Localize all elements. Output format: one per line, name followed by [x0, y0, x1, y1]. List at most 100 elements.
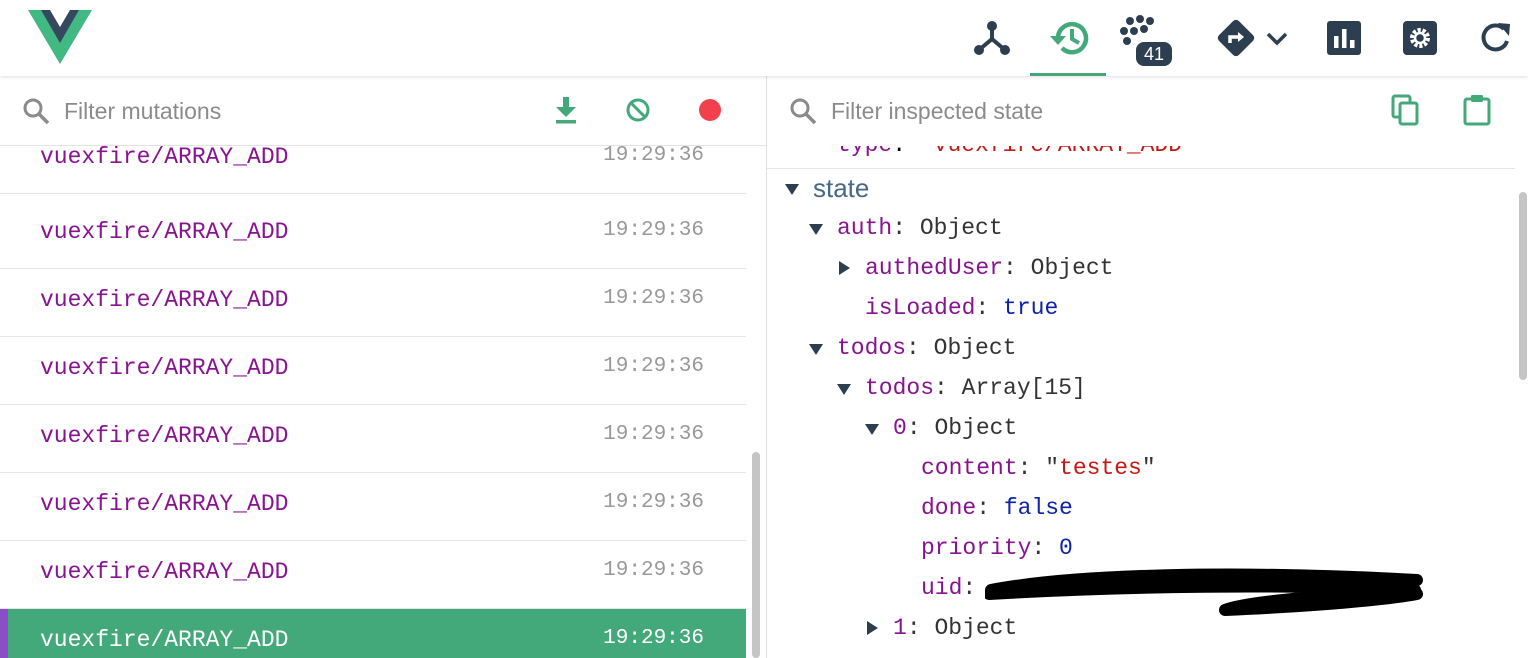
colon: : — [892, 215, 907, 241]
mutations-pane: vuexfire/ARRAY_ADD 19:29:36 vuexfire/ARR… — [0, 76, 766, 658]
filter-mutations-input[interactable] — [64, 95, 514, 127]
mutation-row-selected[interactable]: vuexfire/ARRAY_ADD 19:29:36 — [0, 609, 746, 658]
collapse-icon — [837, 384, 851, 395]
mutation-time: 19:29:36 — [603, 491, 704, 514]
mutation-time: 19:29:36 — [603, 423, 704, 446]
value: Object — [1030, 255, 1114, 281]
mutation-name: vuexfire/ARRAY_ADD — [40, 491, 289, 517]
mutation-row[interactable]: vuexfire/ARRAY_ADD 19:29:36 — [0, 269, 746, 337]
tree-node-content: content: "testes" — [921, 453, 1156, 483]
block-icon — [626, 98, 650, 122]
tree-node-done: done: false — [921, 493, 1073, 523]
collapse-icon — [785, 184, 799, 195]
collapse-icon — [809, 344, 823, 355]
mutation-time: 19:29:36 — [603, 219, 704, 242]
commit-all-button[interactable] — [546, 90, 586, 130]
key: 1 — [893, 615, 907, 641]
tree-node-uid: uid: — [921, 573, 976, 603]
key: auth — [837, 215, 893, 241]
inspector-scrollbar[interactable] — [1519, 192, 1527, 380]
mutation-row[interactable]: vuexfire/ARRAY_ADD 19:29:36 — [0, 473, 746, 541]
quote: " — [1141, 455, 1156, 481]
colon: : — [906, 415, 921, 441]
search-icon — [790, 98, 817, 125]
value: 0 — [1059, 535, 1073, 561]
colon: : — [976, 495, 991, 521]
mutation-name: vuexfire/ARRAY_ADD — [40, 146, 289, 170]
key: isLoaded — [865, 295, 976, 321]
section-title: state — [813, 173, 870, 203]
mutation-time: 19:29:36 — [603, 146, 704, 167]
collapse-icon — [865, 424, 879, 435]
colon: : — [962, 575, 977, 601]
value: Object — [933, 335, 1017, 361]
filter-inspected-state-input[interactable] — [831, 95, 1351, 127]
mutation-list: vuexfire/ARRAY_ADD 19:29:36 vuexfire/ARR… — [0, 146, 746, 658]
colon: : — [906, 615, 921, 641]
colon: : — [934, 375, 948, 401]
value: Array[15] — [961, 375, 1086, 401]
key: 0 — [893, 415, 907, 441]
download-icon — [556, 97, 576, 124]
value: Object — [934, 615, 1018, 641]
mutations-filter-bar — [0, 76, 766, 146]
colon: : — [1017, 455, 1046, 481]
quote: " — [1045, 455, 1060, 481]
colon: : — [1003, 255, 1017, 281]
mutation-row[interactable]: vuexfire/ARRAY_ADD 19:29:36 — [0, 337, 746, 405]
mutation-row[interactable]: vuexfire/ARRAY_ADD 19:29:36 — [0, 201, 746, 269]
tab-events[interactable]: 41 — [1110, 0, 1186, 76]
record-toggle-button[interactable] — [690, 90, 730, 130]
tab-components[interactable] — [954, 0, 1030, 76]
history-icon — [1050, 21, 1089, 55]
tab-settings[interactable] — [1382, 0, 1458, 76]
paste-state-button[interactable] — [1457, 90, 1497, 130]
inspector-filter-bar — [767, 76, 1528, 146]
mutation-name: vuexfire/ARRAY_ADD — [40, 559, 289, 585]
copy-icon — [1391, 94, 1419, 126]
mutations-scrollbar[interactable] — [752, 452, 760, 658]
colon: : — [1031, 535, 1046, 561]
mutation-time: 19:29:36 — [603, 355, 704, 378]
events-count-badge: 41 — [1136, 42, 1172, 66]
vue-logo — [28, 10, 92, 64]
tree-node-priority: priority: 0 — [921, 533, 1073, 563]
value: true — [1003, 295, 1059, 321]
chevron-down-icon — [1266, 32, 1288, 46]
mutation-name: vuexfire/ARRAY_ADD — [40, 355, 289, 381]
key: authedUser — [865, 255, 1004, 281]
tab-vuex[interactable] — [1030, 0, 1106, 76]
value: false — [1003, 495, 1073, 521]
app-header: 41 — [0, 0, 1528, 76]
mutation-row[interactable]: vuexfire/ARRAY_ADD 19:29:36 — [0, 146, 746, 194]
key: content — [921, 455, 1018, 481]
record-icon — [699, 99, 721, 121]
mutation-time: 19:29:36 — [603, 559, 704, 582]
chart-icon — [1327, 21, 1361, 55]
value: testes — [1059, 455, 1142, 481]
clipboard-icon — [1463, 95, 1491, 126]
section-separator — [767, 168, 1515, 169]
mutation-name: vuexfire/ARRAY_ADD — [40, 287, 289, 313]
mutation-time: 19:29:36 — [603, 627, 704, 650]
mutation-name: vuexfire/ARRAY_ADD — [40, 627, 289, 653]
mutation-row[interactable]: vuexfire/ARRAY_ADD 19:29:36 — [0, 405, 746, 473]
colon: : — [906, 335, 920, 361]
colon: : — [975, 295, 990, 321]
copy-state-button[interactable] — [1385, 90, 1425, 130]
revert-all-button[interactable] — [618, 90, 658, 130]
tree-node-is-loaded: isLoaded: true — [865, 293, 1058, 323]
mutation-name: vuexfire/ARRAY_ADD — [40, 423, 289, 449]
routing-icon — [1217, 19, 1255, 57]
redaction-scribble — [985, 568, 1423, 616]
mutation-row[interactable]: vuexfire/ARRAY_ADD 19:29:36 — [0, 541, 746, 609]
key: priority — [921, 535, 1032, 561]
expand-icon — [839, 261, 850, 275]
key: todos — [865, 375, 935, 401]
tab-performance[interactable] — [1306, 0, 1382, 76]
refresh-button[interactable] — [1458, 0, 1528, 76]
mutation-time: 19:29:36 — [603, 287, 704, 310]
state-inspector-pane: type: "vuexfire/ARRAY_ADD" state auth: O… — [767, 76, 1528, 658]
expand-icon — [867, 621, 878, 635]
tab-routing[interactable] — [1204, 0, 1300, 76]
